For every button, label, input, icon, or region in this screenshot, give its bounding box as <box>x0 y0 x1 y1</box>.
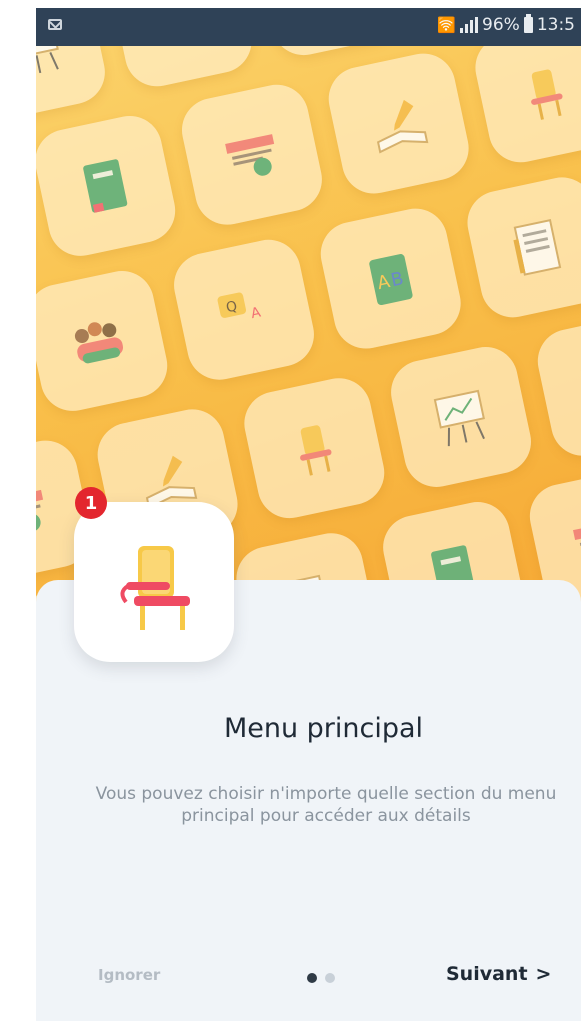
wifi-icon: 🛜 <box>437 16 457 34</box>
teacher-icon <box>433 389 485 447</box>
mail-notification-icon <box>48 19 62 30</box>
phone-screen: 🛜 96% 13:5 QAABQAABQAABQAAB 1 Menu princ… <box>36 8 581 1021</box>
battery-percent: 96% <box>482 15 520 35</box>
hero-tile <box>385 341 537 493</box>
writing-icon <box>376 99 429 154</box>
school-chair-icon <box>120 546 190 630</box>
hero-tile: AB <box>314 202 467 355</box>
hero-tile <box>36 265 174 417</box>
certificate-icon <box>146 46 217 52</box>
battery-icon <box>523 14 533 33</box>
signal-icon <box>460 17 479 33</box>
hero-tile <box>176 78 328 231</box>
schedule-icon <box>573 520 581 546</box>
svg-text:A: A <box>249 304 262 322</box>
page-dot <box>307 973 317 983</box>
notebook-icon <box>83 159 128 213</box>
hero-tile <box>322 47 475 200</box>
chair-icon <box>531 69 563 120</box>
hero-tile <box>461 171 581 324</box>
certificate-icon <box>580 360 581 412</box>
page-indicator <box>307 973 335 983</box>
teacher-icon <box>36 46 59 77</box>
status-bar: 🛜 96% 13:5 <box>36 8 581 46</box>
onboarding-title: Menu principal <box>223 713 424 744</box>
hero-tile <box>469 46 581 169</box>
next-button-label: Suivant <box>446 963 528 985</box>
schedule-icon <box>36 489 44 532</box>
hero-tile <box>105 46 258 93</box>
page-dot <box>325 973 335 983</box>
onboarding-description: Vous pouvez choisir n'importe quelle sec… <box>95 784 557 826</box>
hero-tile <box>36 110 182 262</box>
schedule-icon <box>225 134 275 176</box>
exam-paper-icon <box>513 218 562 276</box>
hero-tile <box>531 309 581 462</box>
hero-tile <box>252 46 405 62</box>
main-menu-tile <box>74 502 234 662</box>
chair-icon <box>300 425 332 476</box>
qa-icon: QA <box>217 292 263 322</box>
next-button[interactable]: Suivant > <box>446 963 551 985</box>
status-right: 🛜 96% 13:5 <box>437 14 575 35</box>
chevron-right-icon: > <box>535 963 552 985</box>
abc-book-icon: AB <box>369 254 413 306</box>
hero-tile: QA <box>168 233 320 386</box>
hero-tile <box>238 372 391 525</box>
clock: 13:5 <box>536 15 575 35</box>
notification-badge: 1 <box>75 487 107 519</box>
students-icon <box>74 322 124 364</box>
skip-button[interactable]: Ignorer <box>98 966 160 984</box>
hero-tile <box>36 46 111 124</box>
